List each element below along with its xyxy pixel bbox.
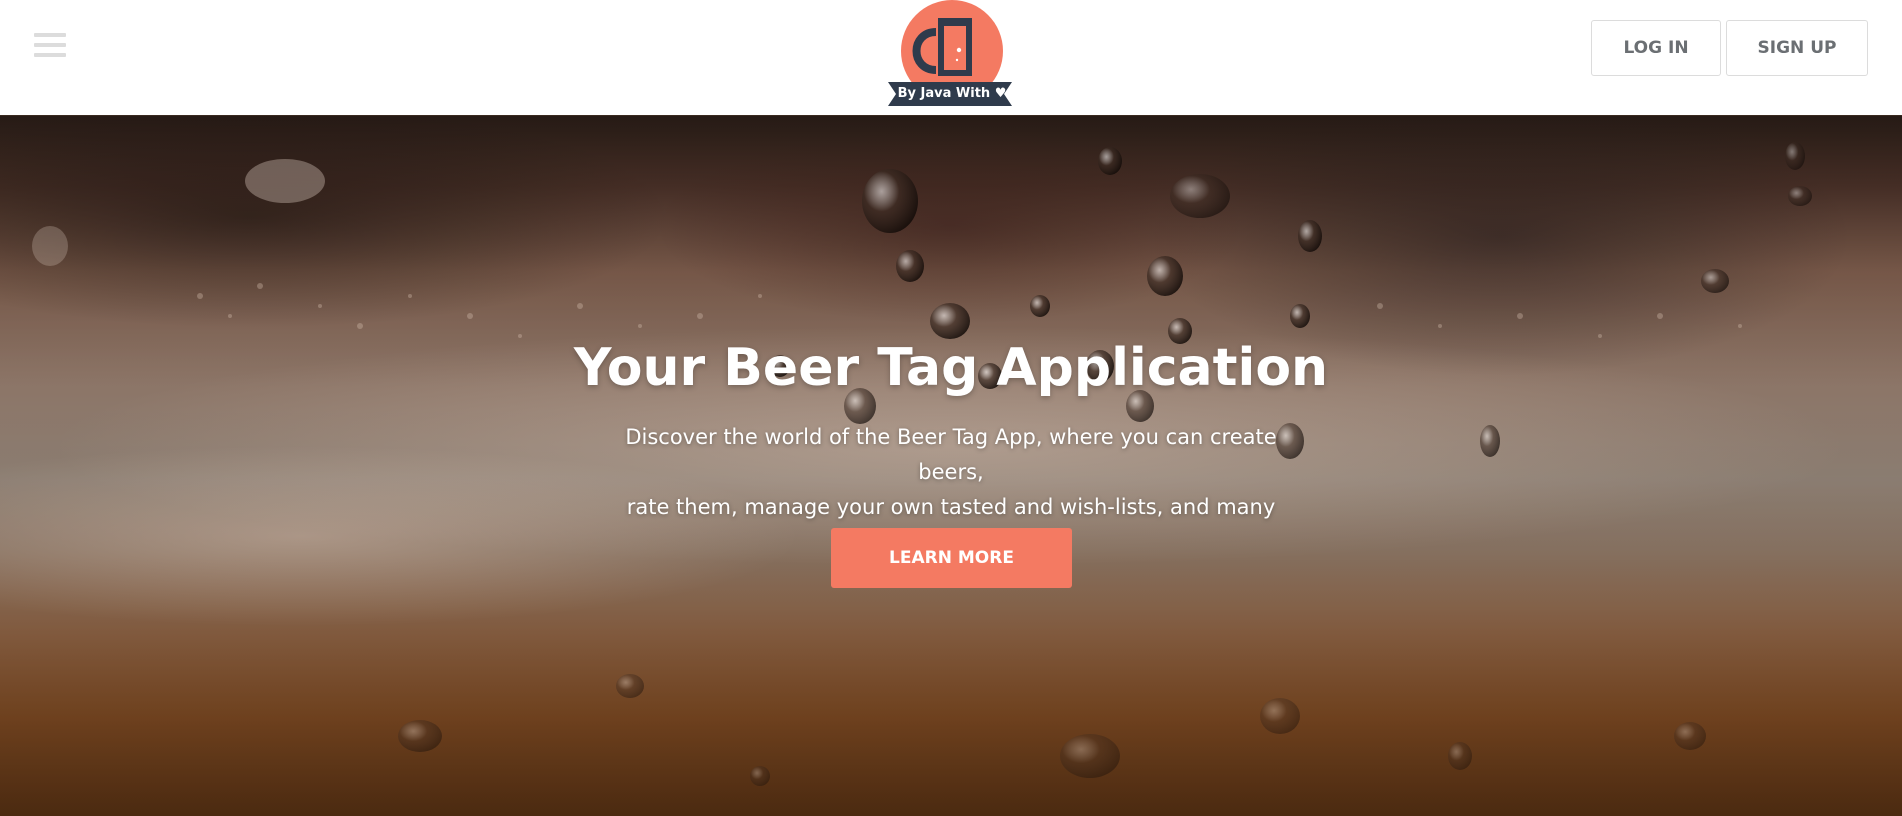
learn-more-button[interactable]: LEARN MORE xyxy=(831,528,1072,588)
logo-text: By Java With ♥ xyxy=(897,86,1007,101)
site-logo[interactable]: By Java With ♥ xyxy=(888,0,1016,112)
hero-description-line1: Discover the world of the Beer Tag App, … xyxy=(625,425,1277,484)
login-button[interactable]: LOG IN xyxy=(1591,20,1721,76)
hero-content: Your Beer Tag Application Discover the w… xyxy=(0,116,1902,816)
hero-title: Your Beer Tag Application xyxy=(573,338,1329,398)
hero-section: Your Beer Tag Application Discover the w… xyxy=(0,116,1902,816)
signup-button[interactable]: SIGN UP xyxy=(1726,20,1868,76)
top-navbar: By Java With ♥ LOG IN SIGN UP xyxy=(0,0,1902,116)
hamburger-menu-icon[interactable] xyxy=(34,33,66,60)
